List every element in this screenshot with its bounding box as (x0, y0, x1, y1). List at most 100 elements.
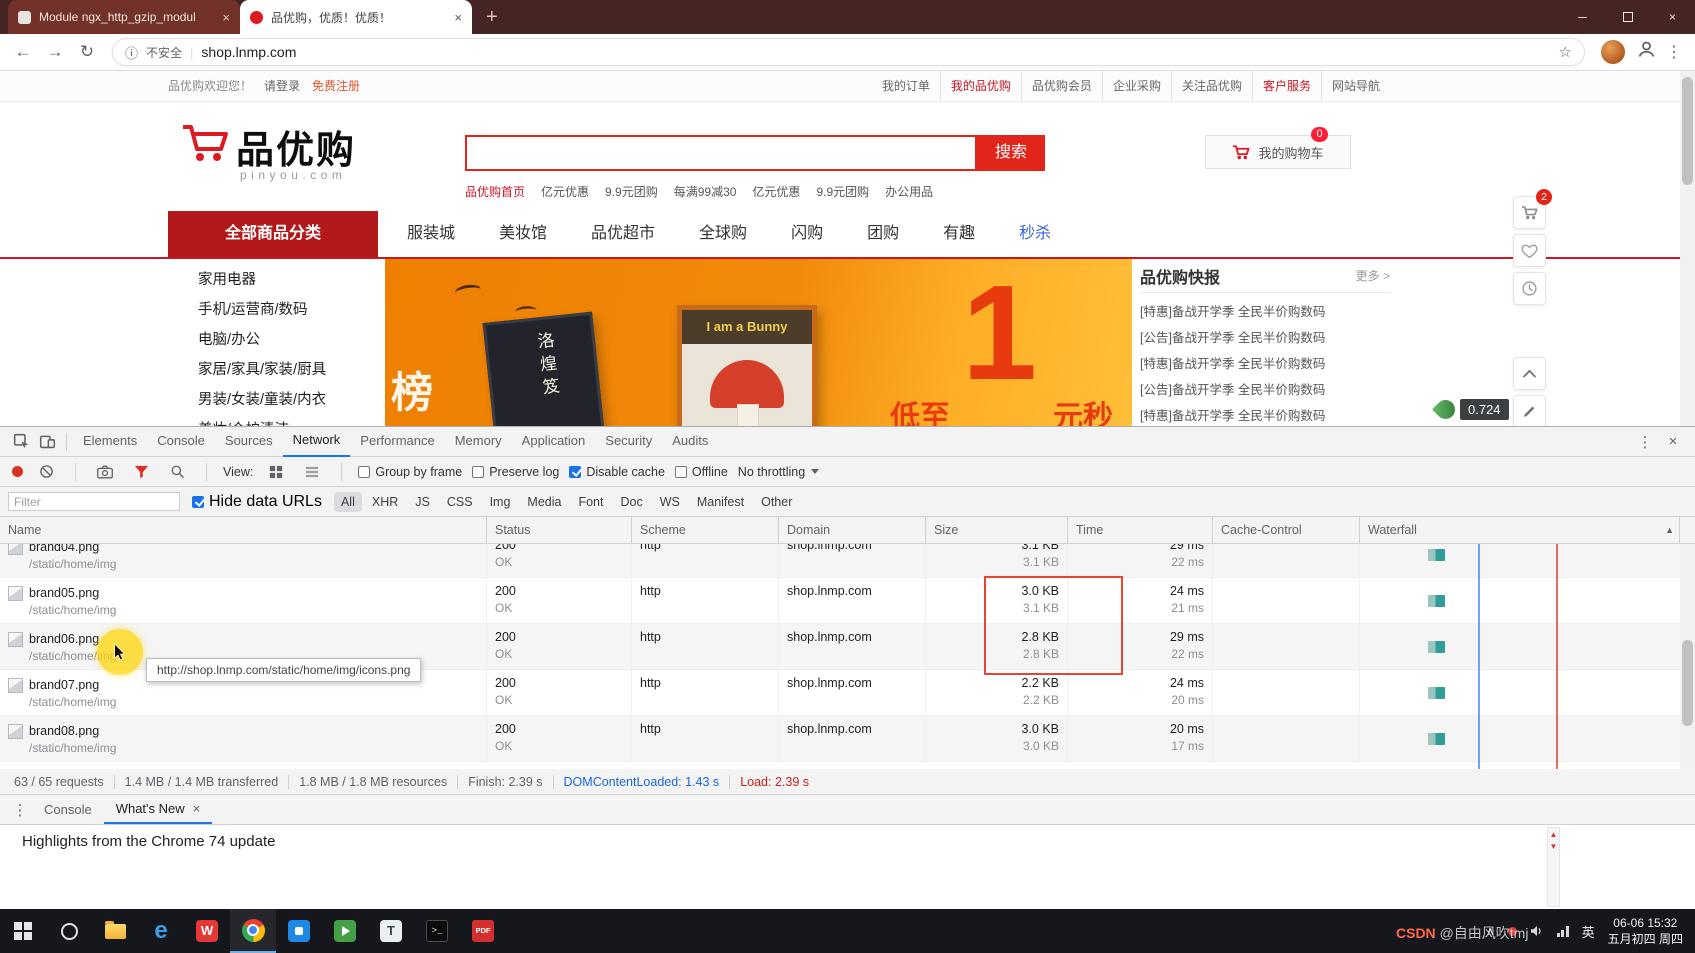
checkbox[interactable] (472, 466, 484, 478)
column-header-domain[interactable]: Domain (779, 517, 926, 543)
column-header-waterfall[interactable]: Waterfall▲ (1360, 517, 1680, 543)
resource-type-filter[interactable]: Other (754, 492, 799, 512)
category-item[interactable]: 美妆/个护清洁 (168, 415, 378, 426)
nav-item[interactable]: 美妆馆 (477, 211, 569, 257)
address-bar[interactable]: ⓘ 不安全 | shop.lnmp.com ☆ (112, 38, 1585, 66)
hot-link[interactable]: 办公用品 (885, 183, 933, 200)
window-close-button[interactable]: × (1650, 0, 1695, 34)
network-request-row[interactable]: brand04.png /static/home/img 200OK http … (0, 544, 1680, 578)
category-item[interactable]: 男装/女装/童装/内衣 (168, 385, 378, 415)
devtools-tab[interactable]: Sources (215, 427, 283, 457)
devtools-tab[interactable]: Memory (445, 427, 512, 457)
site-logo-title[interactable]: 品优购 (236, 119, 356, 174)
browser-tab-inactive[interactable]: Module ngx_http_gzip_modul × (8, 0, 240, 34)
column-header-size[interactable]: Size (926, 517, 1068, 543)
new-tab-button[interactable]: + (486, 6, 498, 29)
reload-button[interactable]: ↻ (72, 37, 102, 67)
devtools-tab[interactable]: Security (595, 427, 662, 457)
hot-link[interactable]: 每满99减30 (674, 183, 737, 200)
news-item[interactable]: [公告]备战开学季 全民半价购数码 (1140, 325, 1390, 351)
devtools-tab[interactable]: Audits (662, 427, 718, 457)
network-filter-input[interactable] (8, 492, 180, 511)
resource-type-filter[interactable]: JS (408, 492, 437, 512)
column-header-time[interactable]: Time (1068, 517, 1213, 543)
record-button[interactable] (12, 466, 23, 477)
news-item[interactable]: [特惠]备战开学季 全民半价购数码 (1140, 403, 1390, 426)
nav-item[interactable]: 有趣 (921, 211, 997, 257)
column-header-scheme[interactable]: Scheme (632, 517, 779, 543)
throttling-select[interactable]: No throttling (738, 465, 819, 479)
devtools-menu-icon[interactable]: ⋮ (1633, 433, 1657, 451)
devtools-tab[interactable]: Network (283, 427, 351, 457)
checkbox[interactable] (675, 466, 687, 478)
category-item[interactable]: 家用电器 (168, 265, 378, 295)
favorites-button[interactable] (1513, 234, 1546, 267)
hot-link[interactable]: 亿元优惠 (541, 183, 589, 200)
category-item[interactable]: 家居/家具/家装/厨具 (168, 355, 378, 385)
resource-type-filter[interactable]: WS (653, 492, 687, 512)
whats-new-scrollbar[interactable]: ▲ ▼ (1547, 827, 1560, 907)
register-link[interactable]: 免费注册 (312, 71, 360, 101)
network-request-row[interactable]: brand08.png /static/home/img 200OK http … (0, 716, 1680, 762)
nav-item[interactable]: 团购 (845, 211, 921, 257)
nav-item[interactable]: 服装城 (385, 211, 477, 257)
scroll-up-icon[interactable]: ▲ (1550, 830, 1558, 839)
disable-cache-checkbox[interactable]: Disable cache (569, 465, 665, 479)
checkbox[interactable] (358, 466, 370, 478)
file-explorer-button[interactable] (92, 909, 138, 953)
column-header-name[interactable]: Name (0, 517, 487, 543)
hot-link[interactable]: 品优购首页 (465, 183, 525, 200)
network-icon[interactable] (1557, 926, 1569, 937)
news-item[interactable]: [特惠]备战开学季 全民半价购数码 (1140, 351, 1390, 377)
nav-item[interactable]: 秒杀 (997, 211, 1073, 257)
drawer-tab-close-icon[interactable]: × (193, 796, 201, 822)
chrome-button[interactable] (230, 909, 276, 953)
browser-menu-icon[interactable]: ⋮ (1661, 42, 1687, 62)
drawer-tab-console[interactable]: Console (32, 796, 104, 824)
back-to-top-button[interactable] (1513, 357, 1546, 390)
capture-screenshots-icon[interactable] (92, 459, 118, 485)
nav-item[interactable]: 品优超市 (569, 211, 677, 257)
preserve-log-checkbox[interactable]: Preserve log (472, 465, 559, 479)
topbar-link[interactable]: 关注品优购 (1171, 71, 1252, 101)
start-button[interactable] (0, 909, 46, 953)
scrollbar-thumb[interactable] (1682, 77, 1693, 185)
clear-button[interactable] (33, 459, 59, 485)
search-button[interactable]: 搜索 (977, 135, 1045, 171)
category-item[interactable]: 手机/运营商/数码 (168, 295, 378, 325)
resource-type-filter[interactable]: Img (483, 492, 518, 512)
hot-link[interactable]: 9.9元团购 (605, 183, 658, 200)
inspect-element-icon[interactable] (8, 429, 34, 455)
ime-language-indicator[interactable]: 英 (1582, 922, 1595, 941)
news-item[interactable]: [公告]备战开学季 全民半价购数码 (1140, 377, 1390, 403)
devtools-tab[interactable]: Console (147, 427, 215, 457)
news-item[interactable]: [特惠]备战开学季 全民半价购数码 (1140, 299, 1390, 325)
bookmark-star-icon[interactable]: ☆ (1559, 43, 1572, 61)
devtools-tab[interactable]: Elements (73, 427, 147, 457)
drawer-menu-icon[interactable]: ⋮ (8, 801, 32, 819)
profile-avatar[interactable] (1601, 40, 1625, 64)
feedback-button[interactable] (1513, 395, 1546, 426)
nav-item[interactable]: 全球购 (677, 211, 769, 257)
hot-link[interactable]: 亿元优惠 (752, 183, 800, 200)
devtools-tab[interactable]: Performance (350, 427, 444, 457)
devtools-scrollbar[interactable] (1680, 544, 1695, 769)
logo-cart-icon[interactable] (180, 121, 230, 170)
tab-close-icon[interactable]: × (222, 10, 230, 25)
network-request-row[interactable]: brand05.png /static/home/img 200OK http … (0, 578, 1680, 624)
text-editor-button[interactable]: T (368, 909, 414, 953)
main-banner[interactable]: 榜 洛煌笈 I am a Bunny 低至 1 元秒 (385, 259, 1132, 426)
grid-view-icon[interactable] (263, 459, 289, 485)
column-header-status[interactable]: Status (487, 517, 632, 543)
pdf-app-button[interactable]: PDF (460, 909, 506, 953)
news-more-link[interactable]: 更多 > (1356, 267, 1390, 284)
scroll-down-icon[interactable]: ▼ (1550, 842, 1558, 851)
page-scrollbar[interactable] (1680, 71, 1695, 426)
all-categories-button[interactable]: 全部商品分类 (168, 211, 378, 257)
window-minimize-button[interactable]: ─ (1560, 0, 1605, 34)
drawer-tab-whats-new[interactable]: What's New × (104, 796, 213, 824)
wps-button[interactable]: W (184, 909, 230, 953)
resource-type-filter[interactable]: All (334, 492, 362, 512)
pagespeed-widget[interactable]: 0.724 (1436, 399, 1509, 420)
hot-link[interactable]: 9.9元团购 (816, 183, 869, 200)
